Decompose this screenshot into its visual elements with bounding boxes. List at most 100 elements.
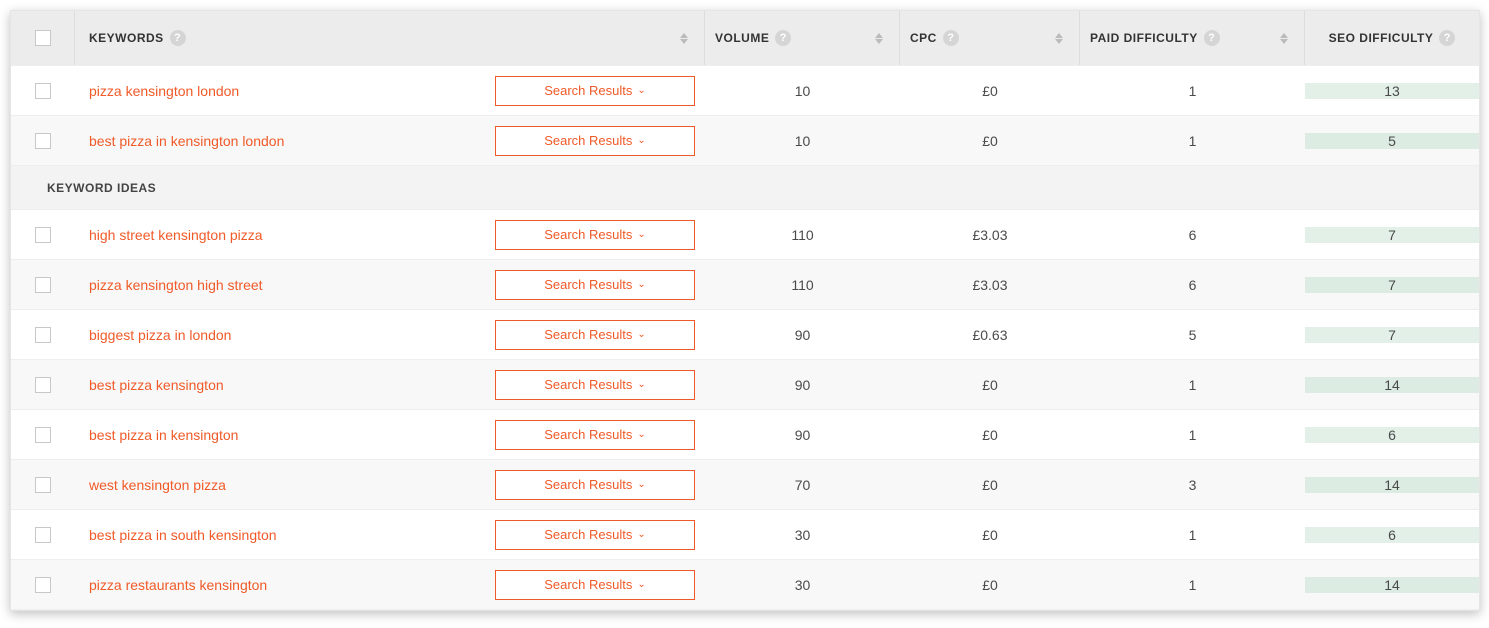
cell-keyword: pizza restaurants kensington Search Resul…	[75, 570, 705, 600]
cell-cpc: £0	[900, 133, 1080, 149]
sort-toggle[interactable]	[680, 33, 694, 44]
header-label: SEO DIFFICULTY	[1329, 31, 1434, 45]
keyword-link[interactable]: pizza restaurants kensington	[89, 577, 267, 593]
sort-toggle[interactable]	[875, 33, 889, 44]
chevron-down-icon: ⌄	[637, 429, 645, 440]
header-keywords[interactable]: KEYWORDS ?	[75, 11, 705, 65]
chevron-down-icon: ⌄	[637, 279, 645, 290]
cell-seo-difficulty: 6	[1305, 527, 1479, 543]
search-results-button[interactable]: Search Results⌄	[495, 520, 695, 550]
header-seo-difficulty[interactable]: SEO DIFFICULTY ?	[1305, 11, 1479, 65]
keyword-link[interactable]: best pizza kensington	[89, 377, 224, 393]
cell-keyword: best pizza in kensington Search Results ⌄	[75, 420, 705, 450]
keyword-link[interactable]: best pizza in kensington	[89, 427, 238, 443]
cell-cpc: £3.03	[900, 227, 1080, 243]
keyword-link[interactable]: west kensington pizza	[89, 477, 226, 493]
help-icon[interactable]: ?	[1439, 30, 1455, 46]
header-label: VOLUME	[715, 31, 769, 45]
row-checkbox[interactable]	[35, 277, 51, 293]
cell-cpc: £0	[900, 527, 1080, 543]
search-results-button[interactable]: Search Results ⌄	[495, 270, 695, 300]
help-icon[interactable]: ?	[775, 30, 791, 46]
button-label: Search Results	[544, 227, 632, 242]
header-cpc[interactable]: CPC ?	[900, 11, 1080, 65]
search-results-button[interactable]: Search Results ⌄	[495, 420, 695, 450]
table-row: best pizza in kensington london Search Re…	[11, 116, 1479, 166]
search-results-button[interactable]: Search Results⌄	[495, 470, 695, 500]
cell-cpc: £0	[900, 477, 1080, 493]
cell-paid-difficulty: 1	[1080, 427, 1305, 443]
cell-paid-difficulty: 1	[1080, 577, 1305, 593]
row-checkbox[interactable]	[35, 477, 51, 493]
cell-seo-difficulty: 14	[1305, 377, 1479, 393]
header-volume[interactable]: VOLUME ?	[705, 11, 900, 65]
row-checkbox-cell	[11, 577, 75, 593]
row-checkbox[interactable]	[35, 427, 51, 443]
button-label: Search Results	[544, 277, 632, 292]
button-label: Search Results	[544, 477, 632, 492]
row-checkbox-cell	[11, 227, 75, 243]
row-checkbox[interactable]	[35, 83, 51, 99]
row-checkbox[interactable]	[35, 577, 51, 593]
keyword-link[interactable]: high street kensington pizza	[89, 227, 263, 243]
table-row: best pizza in south kensington Search Res…	[11, 510, 1479, 560]
help-icon[interactable]: ?	[943, 30, 959, 46]
select-all-checkbox[interactable]	[35, 30, 51, 46]
cell-keyword: west kensington pizza Search Results⌄	[75, 470, 705, 500]
search-results-button[interactable]: Search Results⌄	[495, 76, 695, 106]
cell-cpc: £3.03	[900, 277, 1080, 293]
row-checkbox[interactable]	[35, 133, 51, 149]
keyword-link[interactable]: best pizza in south kensington	[89, 527, 277, 543]
row-checkbox-cell	[11, 477, 75, 493]
table-row: high street kensington pizza Search Resul…	[11, 210, 1479, 260]
cell-cpc: £0	[900, 577, 1080, 593]
cell-seo-difficulty: 6	[1305, 427, 1479, 443]
cell-seo-difficulty: 7	[1305, 227, 1479, 243]
cell-paid-difficulty: 3	[1080, 477, 1305, 493]
row-checkbox[interactable]	[35, 227, 51, 243]
cell-cpc: £0.63	[900, 327, 1080, 343]
table-row: biggest pizza in london Search Results⌄ 90…	[11, 310, 1479, 360]
chevron-down-icon: ⌄	[637, 85, 645, 96]
row-checkbox-cell	[11, 327, 75, 343]
cell-volume: 10	[705, 83, 900, 99]
button-label: Search Results	[544, 527, 632, 542]
row-checkbox[interactable]	[35, 527, 51, 543]
cell-seo-difficulty: 5	[1305, 133, 1479, 149]
sort-toggle[interactable]	[1055, 33, 1069, 44]
cell-keyword: pizza kensington london Search Results⌄	[75, 76, 705, 106]
table-row: best pizza kensingtonSearch Results⌄90£0…	[11, 360, 1479, 410]
cell-volume: 10	[705, 133, 900, 149]
row-checkbox-cell	[11, 377, 75, 393]
cell-volume: 90	[705, 377, 900, 393]
row-checkbox[interactable]	[35, 377, 51, 393]
button-label: Search Results	[544, 427, 632, 442]
search-results-button[interactable]: Search Results⌄	[495, 320, 695, 350]
cell-cpc: £0	[900, 427, 1080, 443]
button-label: Search Results	[544, 577, 632, 592]
search-results-button[interactable]: Search Results⌄	[495, 126, 695, 156]
header-checkbox-cell	[11, 11, 75, 65]
table-row: pizza restaurants kensington Search Resul…	[11, 560, 1479, 610]
cell-keyword: best pizza in kensington london Search Re…	[75, 126, 705, 156]
header-paid-difficulty[interactable]: PAID DIFFICULTY ?	[1080, 11, 1305, 65]
cell-volume: 90	[705, 327, 900, 343]
cell-volume: 30	[705, 527, 900, 543]
help-icon[interactable]: ?	[1204, 30, 1220, 46]
search-results-button[interactable]: Search Results ⌄	[495, 570, 695, 600]
section-label: KEYWORD IDEAS	[47, 181, 156, 195]
row-checkbox-cell	[11, 277, 75, 293]
cell-paid-difficulty: 1	[1080, 83, 1305, 99]
keyword-link[interactable]: best pizza in kensington london	[89, 133, 284, 149]
keyword-link[interactable]: pizza kensington london	[89, 83, 239, 99]
chevron-down-icon: ⌄	[637, 579, 645, 590]
keyword-link[interactable]: biggest pizza in london	[89, 327, 231, 343]
search-results-button[interactable]: Search Results⌄	[495, 370, 695, 400]
cell-keyword: best pizza kensington Search Results⌄	[75, 370, 705, 400]
keyword-link[interactable]: pizza kensington high street	[89, 277, 263, 293]
search-results-button[interactable]: Search Results⌄	[495, 220, 695, 250]
row-checkbox[interactable]	[35, 327, 51, 343]
help-icon[interactable]: ?	[170, 30, 186, 46]
sort-toggle[interactable]	[1280, 33, 1294, 44]
chevron-down-icon: ⌄	[637, 135, 645, 146]
